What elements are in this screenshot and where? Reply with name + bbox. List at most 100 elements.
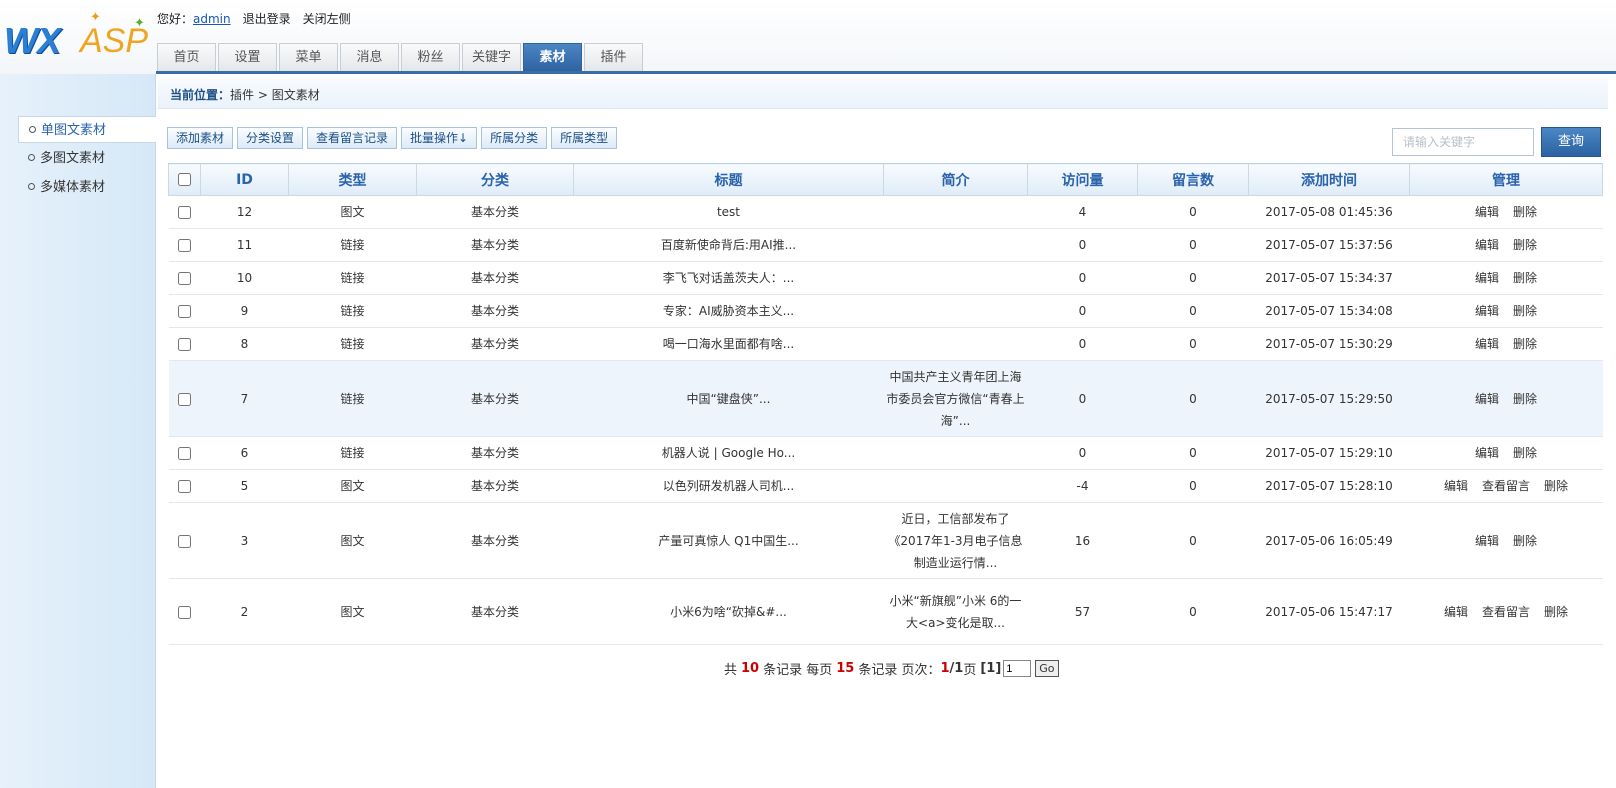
toolbar-button[interactable]: 所属类型 xyxy=(551,127,618,149)
toolbar-button[interactable]: 查看留言记录 xyxy=(307,127,398,149)
row-select-cell xyxy=(168,294,201,328)
cell-title: 机器人说 | Google Ho... xyxy=(573,436,884,470)
row-checkbox[interactable] xyxy=(178,480,191,493)
cell-id: 8 xyxy=(200,327,289,361)
table-row: 2 图文 基本分类 小米6为啥“砍掉&#... 小米“新旗舰”小米 6的一大<a>变化是… xyxy=(168,578,1603,645)
cell-type: 图文 xyxy=(288,469,417,503)
row-action-link[interactable]: 编辑 xyxy=(1475,234,1499,256)
table-row: 5 图文 基本分类 以色列研发机器人司机... -4 0 2017-05-07 15:28:… xyxy=(168,469,1603,503)
nav-tab[interactable]: 首页 xyxy=(157,43,216,71)
row-checkbox[interactable] xyxy=(178,272,191,285)
cell-time: 2017-05-07 15:28:10 xyxy=(1248,469,1410,503)
cell-views: 4 xyxy=(1027,195,1138,229)
cell-actions: 编辑 删除 xyxy=(1409,360,1603,437)
row-checkbox[interactable] xyxy=(178,305,191,318)
row-checkbox[interactable] xyxy=(178,392,191,406)
cell-time: 2017-05-07 15:34:08 xyxy=(1248,294,1410,328)
cell-id: 7 xyxy=(200,360,289,437)
row-action-link[interactable]: 删除 xyxy=(1513,201,1537,223)
row-action-link[interactable]: 删除 xyxy=(1513,300,1537,322)
circle-bullet-icon xyxy=(28,183,35,190)
column-header: 标题 xyxy=(573,163,884,196)
row-action-link[interactable]: 删除 xyxy=(1513,267,1537,289)
cell-time: 2017-05-07 15:30:29 xyxy=(1248,327,1410,361)
cell-id: 3 xyxy=(200,502,289,579)
row-action-link[interactable]: 删除 xyxy=(1513,442,1537,464)
row-checkbox[interactable] xyxy=(178,338,191,351)
row-action-link[interactable]: 编辑 xyxy=(1444,601,1468,623)
page-link[interactable]: [1] xyxy=(980,661,1001,676)
material-table: ID 类型 分类 标题 简介 访问量 留言数 添加时间 管理 12 图文 基本分类 test 4 0 201… xyxy=(168,163,1603,645)
cell-desc xyxy=(883,469,1028,503)
sidebar-item[interactable]: 多图文素材 xyxy=(18,145,156,172)
row-action-link[interactable]: 删除 xyxy=(1513,234,1537,256)
toolbar-button[interactable]: 分类设置 xyxy=(237,127,304,149)
nav-tab[interactable]: 粉丝 xyxy=(401,43,460,71)
cell-views: 0 xyxy=(1027,360,1138,437)
cell-actions: 编辑 查看留言 删除 xyxy=(1409,578,1603,645)
row-checkbox[interactable] xyxy=(178,605,191,619)
page-number-input[interactable] xyxy=(1003,660,1032,677)
cell-type: 链接 xyxy=(288,228,417,262)
row-action-link[interactable]: 删除 xyxy=(1513,333,1537,355)
cell-comments: 0 xyxy=(1137,436,1249,470)
username-link[interactable]: admin xyxy=(193,12,231,26)
close-left-link[interactable]: 关闭左侧 xyxy=(303,10,351,27)
row-action-link[interactable]: 编辑 xyxy=(1475,267,1499,289)
row-action-link[interactable]: 编辑 xyxy=(1475,388,1499,410)
select-all-checkbox[interactable] xyxy=(178,173,191,186)
nav-tab[interactable]: 菜单 xyxy=(279,43,338,71)
cell-actions: 编辑 删除 xyxy=(1409,261,1603,295)
row-checkbox[interactable] xyxy=(178,206,191,219)
row-action-link[interactable]: 删除 xyxy=(1513,388,1537,410)
row-action-link[interactable]: 编辑 xyxy=(1444,475,1468,497)
row-action-link[interactable]: 删除 xyxy=(1544,475,1568,497)
row-action-link[interactable]: 编辑 xyxy=(1475,300,1499,322)
sidebar-item[interactable]: 单图文素材 xyxy=(18,116,156,143)
cell-comments: 0 xyxy=(1137,578,1249,645)
row-action-link[interactable]: 删除 xyxy=(1544,601,1568,623)
row-action-link[interactable]: 查看留言 xyxy=(1482,475,1530,497)
cell-id: 12 xyxy=(200,195,289,229)
cell-title: 喝一口海水里面都有啥... xyxy=(573,327,884,361)
search-button[interactable]: 查询 xyxy=(1541,127,1601,157)
cell-views: -4 xyxy=(1027,469,1138,503)
row-checkbox[interactable] xyxy=(178,239,191,252)
header: ✦ WX ASP ✦ 您好：admin 退出登录 关闭左侧 首页 设置 菜单 消息 粉丝… xyxy=(0,0,1616,74)
row-checkbox[interactable] xyxy=(178,447,191,460)
toolbar-button[interactable]: 批量操作↓ xyxy=(401,127,478,149)
description-text: 近日，工信部发布了《2017年1-3月电子信息制造业运行情... xyxy=(888,511,1023,570)
nav-tab[interactable]: 素材 xyxy=(523,43,582,71)
nav-tab[interactable]: 关键字 xyxy=(462,43,521,71)
nav-tab[interactable]: 插件 xyxy=(584,43,643,71)
column-header: 简介 xyxy=(883,163,1028,196)
row-select-cell xyxy=(168,502,201,579)
cell-comments: 0 xyxy=(1137,261,1249,295)
row-checkbox[interactable] xyxy=(178,534,191,548)
row-select-cell xyxy=(168,360,201,437)
nav-tab[interactable]: 消息 xyxy=(340,43,399,71)
cell-comments: 0 xyxy=(1137,195,1249,229)
table-row: 9 链接 基本分类 专家：AI威胁资本主义... 0 0 2017-05-07 15:34:… xyxy=(168,294,1603,328)
sidebar: 单图文素材 多图文素材 多媒体素材 xyxy=(0,74,156,788)
row-select-cell xyxy=(168,469,201,503)
row-action-link[interactable]: 查看留言 xyxy=(1482,601,1530,623)
toolbar-button[interactable]: 添加素材 xyxy=(167,127,234,149)
row-action-link[interactable]: 编辑 xyxy=(1475,442,1499,464)
table-row: 8 链接 基本分类 喝一口海水里面都有啥... 0 0 2017-05-07 15:30:2… xyxy=(168,327,1603,361)
row-action-link[interactable]: 删除 xyxy=(1513,530,1537,552)
logout-link[interactable]: 退出登录 xyxy=(243,10,291,27)
row-action-link[interactable]: 编辑 xyxy=(1475,333,1499,355)
current-page: 1 xyxy=(940,661,950,676)
toolbar-button[interactable]: 所属分类 xyxy=(481,127,548,149)
cell-id: 11 xyxy=(200,228,289,262)
sidebar-item[interactable]: 多媒体素材 xyxy=(18,174,156,201)
go-button[interactable]: Go xyxy=(1035,660,1059,677)
row-action-link[interactable]: 编辑 xyxy=(1475,201,1499,223)
search-input[interactable] xyxy=(1392,128,1534,156)
row-action-link[interactable]: 编辑 xyxy=(1475,530,1499,552)
person-figure-icon: ✦ xyxy=(134,16,145,31)
cell-id: 2 xyxy=(200,578,289,645)
cell-time: 2017-05-06 16:05:49 xyxy=(1248,502,1410,579)
nav-tab[interactable]: 设置 xyxy=(218,43,277,71)
